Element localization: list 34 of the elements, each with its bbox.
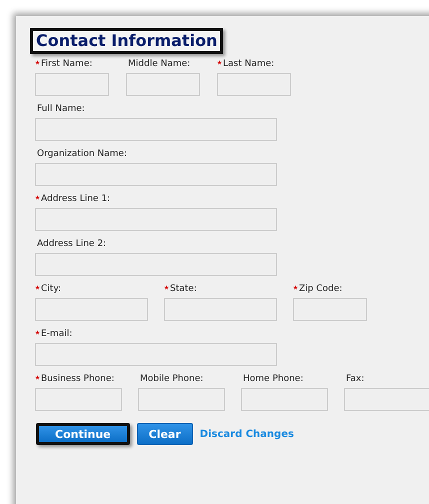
- field-label: Address Line 1:: [41, 194, 110, 204]
- input-field[interactable]: [241, 388, 328, 411]
- input-field[interactable]: [35, 253, 277, 276]
- input-field[interactable]: [35, 388, 122, 411]
- input-field[interactable]: [138, 388, 225, 411]
- clear-button[interactable]: Clear: [136, 423, 193, 445]
- input-field[interactable]: [344, 388, 429, 411]
- continue-button[interactable]: Continue: [36, 423, 130, 445]
- field-label: Business Phone:: [41, 374, 114, 384]
- field-label: City:: [41, 284, 62, 294]
- field-label: Full Name:: [37, 104, 85, 114]
- field-label: Zip Code:: [299, 284, 342, 294]
- field-label: First Name:: [41, 59, 92, 69]
- field-label: Home Phone:: [243, 374, 304, 384]
- input-field[interactable]: [126, 73, 200, 96]
- input-field[interactable]: [293, 298, 367, 321]
- field-label: E-mail:: [41, 329, 72, 339]
- field-label: Address Line 2:: [37, 239, 106, 249]
- input-field[interactable]: [35, 73, 109, 96]
- field-label: Middle Name:: [128, 59, 190, 69]
- section-title: Contact Information: [30, 28, 224, 54]
- discard-link[interactable]: Discard Changes: [200, 428, 294, 440]
- field-label: State:: [170, 284, 197, 294]
- field-label: Last Name:: [223, 59, 274, 69]
- input-field[interactable]: [164, 298, 277, 321]
- field-label: Organization Name:: [37, 149, 127, 159]
- input-field[interactable]: [217, 73, 291, 96]
- input-field[interactable]: [35, 118, 277, 141]
- input-field[interactable]: [35, 343, 277, 366]
- field-label: Fax:: [346, 374, 364, 384]
- input-field[interactable]: [35, 208, 277, 231]
- field-label: Mobile Phone:: [140, 374, 204, 384]
- input-field[interactable]: [35, 298, 148, 321]
- input-field[interactable]: [35, 163, 277, 186]
